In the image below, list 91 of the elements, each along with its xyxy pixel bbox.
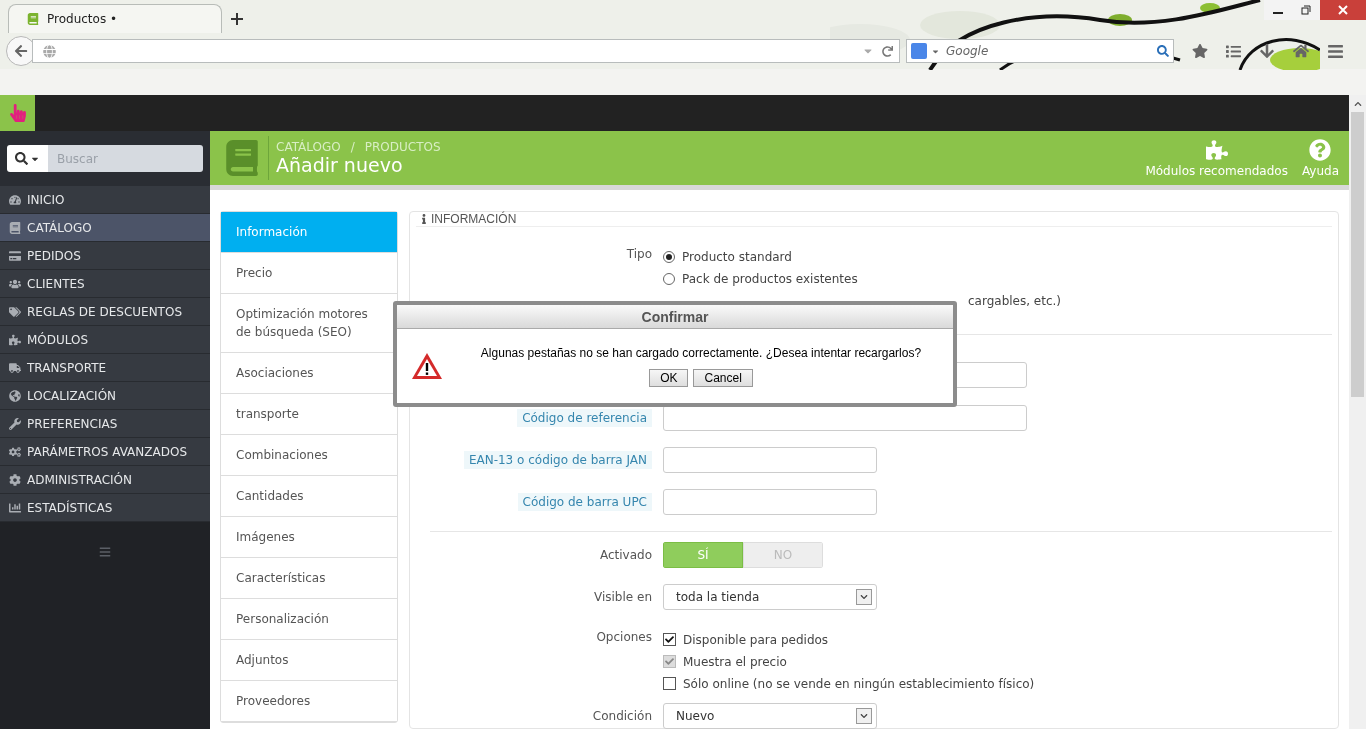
gears-icon — [7, 445, 23, 458]
list-icon[interactable] — [1226, 43, 1241, 59]
sidebar-item[interactable]: MÓDULOS — [0, 326, 210, 354]
sidebar-label: CLIENTES — [27, 276, 85, 291]
help-icon — [1309, 138, 1332, 161]
field-label: Visible en — [594, 590, 652, 604]
sidebar-label: PEDIDOS — [27, 248, 81, 263]
star-icon[interactable] — [1192, 43, 1208, 59]
dialog-title: Confirmar — [397, 305, 953, 329]
input-field[interactable] — [663, 447, 877, 473]
minimize-icon[interactable] — [1264, 0, 1292, 20]
home-icon[interactable] — [1293, 43, 1309, 59]
sidebar-item[interactable]: TRANSPORTE — [0, 354, 210, 382]
sidebar-item[interactable]: ESTADÍSTICAS — [0, 494, 210, 522]
book-icon — [7, 221, 23, 234]
bar-chart-icon — [7, 501, 23, 514]
field-label: EAN-13 o código de barra JAN — [463, 451, 652, 469]
option-label: Disponible para pedidos — [683, 632, 829, 647]
panel-title: INFORMACIÓN — [431, 212, 517, 226]
sidebar-label: ESTADÍSTICAS — [27, 500, 113, 515]
sidebar-item[interactable]: CLIENTES — [0, 270, 210, 298]
option-label: Producto standard — [682, 249, 792, 264]
caret-icon — [856, 708, 872, 724]
field-label: Código de barra UPC — [517, 493, 652, 511]
option-label: Pack de productos existentes — [682, 271, 858, 286]
sidebar-label: PREFERENCIAS — [27, 416, 118, 431]
sidebar-item[interactable]: PREFERENCIAS — [0, 410, 210, 438]
menu-icon[interactable] — [1327, 42, 1344, 60]
globe-icon — [7, 389, 23, 402]
collapse-icon[interactable] — [99, 546, 111, 558]
download-icon[interactable] — [1259, 43, 1275, 59]
field-label: Tipo — [626, 247, 652, 261]
search-icon — [15, 152, 28, 165]
sidebar-item[interactable]: INICIO — [0, 186, 210, 214]
users-icon — [7, 277, 23, 290]
sidebar-label: PARÁMETROS AVANZADOS — [27, 444, 188, 459]
browser-tab[interactable]: Productos • — [8, 4, 222, 33]
select-field[interactable]: toda la tienda — [663, 584, 877, 610]
warning-icon — [411, 352, 443, 380]
search-field[interactable]: Buscar — [48, 145, 203, 172]
field-label: Código de referencia — [517, 409, 652, 427]
input-field[interactable] — [663, 489, 877, 515]
tag-icon — [7, 305, 23, 318]
sidebar-label: ADMINISTRACIÓN — [27, 472, 132, 487]
search-icon[interactable] — [1157, 45, 1169, 57]
input-field[interactable] — [663, 405, 1027, 431]
address-field[interactable] — [32, 39, 900, 63]
page-title: Añadir nuevo — [276, 154, 404, 176]
puzzle-icon — [1205, 138, 1228, 161]
wrench-icon — [7, 417, 23, 430]
dashboard-icon — [7, 193, 23, 206]
card-icon — [7, 249, 23, 262]
sidebar-item[interactable]: PARÁMETROS AVANZADOS — [0, 438, 210, 466]
search-menu-button[interactable] — [7, 145, 48, 172]
breadcrumb-separator: / — [350, 140, 355, 154]
field-label: Activado — [599, 548, 652, 562]
select-field[interactable]: Nuevo — [663, 703, 877, 729]
gear-icon — [7, 473, 23, 486]
back-arrow-icon — [14, 44, 28, 58]
sidebar-label: CATÁLOGO — [27, 220, 92, 235]
sidebar-label: INICIO — [27, 192, 65, 207]
option-label: cargables, etc.) — [968, 293, 1062, 308]
globe-icon — [43, 44, 56, 58]
sidebar-label: REGLAS DE DESCUENTOS — [27, 304, 182, 319]
puzzle-icon — [7, 333, 23, 346]
field-label: Opciones — [596, 630, 652, 644]
field-label: Condición — [592, 709, 652, 723]
sidebar-item[interactable]: LOCALIZACIÓN — [0, 382, 210, 410]
ok-button[interactable]: OK — [649, 368, 689, 387]
info-icon — [419, 214, 429, 224]
scrollbar-thumb[interactable] — [1351, 112, 1364, 397]
truck-icon — [7, 361, 23, 374]
caret-icon — [856, 589, 872, 605]
sidebar-item[interactable]: REGLAS DE DESCUENTOS — [0, 298, 210, 326]
option-label: Muestra el precio — [683, 654, 787, 669]
option-label: Sólo online (no se vende en ningún establecimiento físico) — [683, 676, 1035, 691]
sidebar-item[interactable]: CATÁLOGO — [0, 214, 210, 242]
sidebar-item[interactable]: ADMINISTRACIÓN — [0, 466, 210, 494]
reload-icon[interactable] — [882, 45, 893, 57]
search-input[interactable]: Google — [944, 43, 1153, 59]
checkbox[interactable] — [663, 633, 676, 646]
book-icon — [224, 140, 260, 176]
search-field[interactable]: Google — [906, 39, 1174, 63]
close-icon[interactable] — [1320, 0, 1366, 20]
sidebar-label: TRANSPORTE — [27, 360, 107, 375]
checkbox[interactable] — [663, 677, 676, 690]
sidebar-label: LOCALIZACIÓN — [27, 388, 117, 403]
sidebar-label: MÓDULOS — [27, 332, 89, 347]
dialog-message: Algunas pestañas no se han cargado correctamente. ¿Desea intentar recargarlos? — [480, 345, 922, 360]
cancel-button[interactable]: Cancel — [693, 368, 753, 387]
sidebar-item[interactable]: PEDIDOS — [0, 242, 210, 270]
